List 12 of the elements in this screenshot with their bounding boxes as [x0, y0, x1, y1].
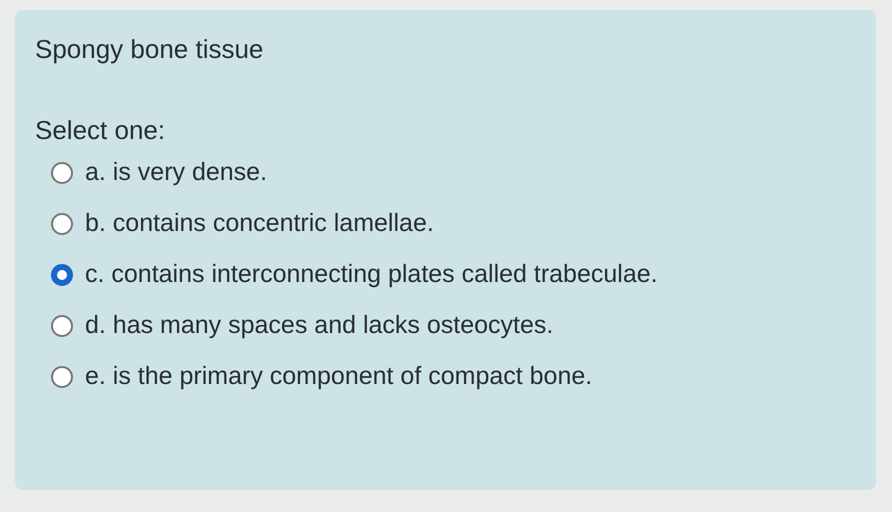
radio-button[interactable] [51, 212, 73, 234]
answer-option[interactable]: d. has many spaces and lacks osteocytes. [51, 311, 856, 340]
select-prompt: Select one: [35, 115, 166, 146]
question-text: Spongy bone tissue [35, 34, 264, 65]
radio-button[interactable] [51, 162, 73, 184]
answer-option[interactable]: c. contains interconnecting plates called trabeculae. [51, 260, 856, 289]
radio-button[interactable] [51, 366, 73, 388]
radio-button[interactable] [51, 314, 73, 336]
radio-button[interactable] [51, 264, 73, 286]
answer-option[interactable]: a. is very dense. [51, 158, 856, 187]
answer-option[interactable]: b. contains concentric lamellae. [51, 209, 856, 238]
answer-option[interactable]: e. is the primary component of compact bone. [51, 362, 856, 391]
